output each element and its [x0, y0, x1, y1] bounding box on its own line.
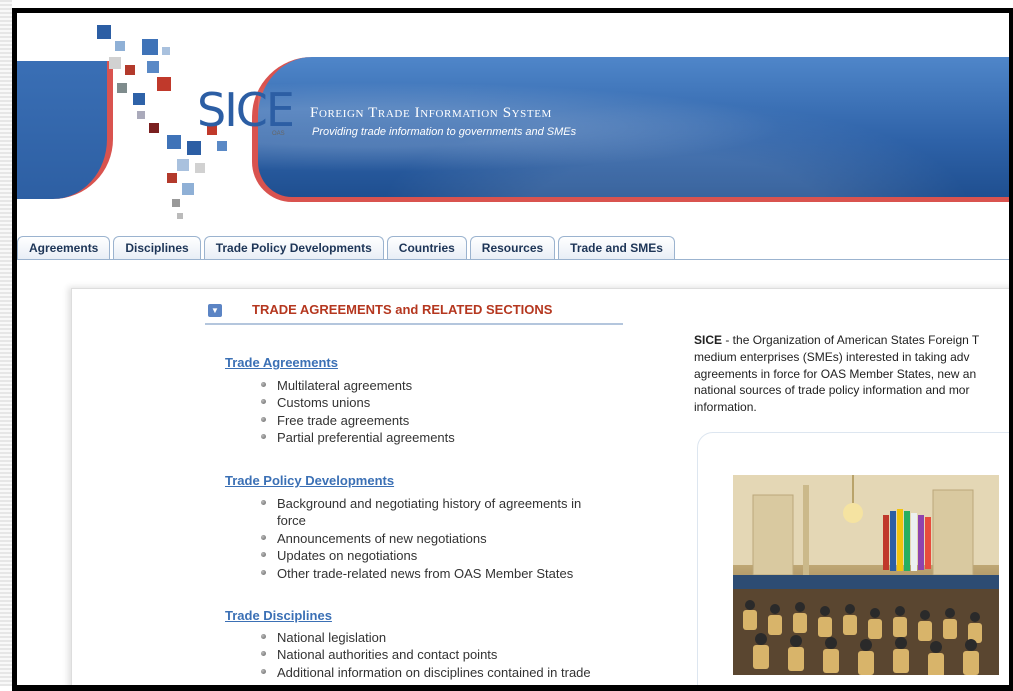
- intro-lead: SICE: [694, 333, 723, 347]
- intro-line: information.: [694, 400, 757, 415]
- site-title: Foreign Trade Information System: [310, 105, 552, 121]
- site-header: SICE OAS Foreign Trade Information Syste…: [17, 13, 1009, 233]
- tab-countries[interactable]: Countries: [386, 236, 467, 259]
- list-item: Background and negotiating history of ag…: [257, 495, 602, 530]
- list-item: Updates on negotiations: [257, 547, 602, 564]
- list-item: National authorities and contact points: [257, 646, 617, 663]
- intro-line: agreements in force for OAS Member State…: [694, 366, 977, 381]
- intro-line: national sources of trade policy informa…: [694, 383, 970, 398]
- list-item: Announcements of new negotiations: [257, 530, 602, 547]
- list-item: Other trade-related news from OAS Member…: [257, 565, 602, 582]
- meeting-room-photo: [733, 475, 999, 675]
- list-item: Customs unions: [257, 394, 617, 411]
- section-title: TRADE AGREEMENTS and RELATED SECTIONS: [252, 302, 553, 317]
- content-panel: ▼ TRADE AGREEMENTS and RELATED SECTIONS …: [71, 288, 1009, 685]
- chevron-down-icon[interactable]: ▼: [208, 304, 222, 317]
- link-trade-policy-developments[interactable]: Trade Policy Developments: [225, 473, 394, 488]
- trade-disciplines-list: National legislation National authoritie…: [257, 629, 617, 685]
- list-item: Additional information on disciplines co…: [257, 664, 617, 685]
- intro-text: SICE - the Organization of American Stat…: [694, 332, 1009, 416]
- page-edge: [0, 0, 12, 686]
- logo-text[interactable]: SICE: [197, 83, 295, 137]
- intro-line: - the Organization of American States Fo…: [722, 333, 980, 347]
- tab-agreements[interactable]: Agreements: [17, 236, 111, 259]
- tab-disciplines[interactable]: Disciplines: [113, 236, 201, 259]
- photo-card: [697, 432, 1009, 685]
- list-item: Free trade agreements: [257, 412, 617, 429]
- section-header: ▼ TRADE AGREEMENTS and RELATED SECTIONS: [205, 301, 623, 325]
- browser-viewport: SICE OAS Foreign Trade Information Syste…: [12, 8, 1013, 691]
- list-item: Partial preferential agreements: [257, 429, 617, 446]
- link-trade-disciplines[interactable]: Trade Disciplines: [225, 608, 332, 623]
- tab-trade-policy-developments[interactable]: Trade Policy Developments: [203, 236, 384, 259]
- site-subtitle: Providing trade information to governmen…: [312, 126, 577, 138]
- meeting-room-illustration: [733, 475, 999, 675]
- list-item: National legislation: [257, 629, 617, 646]
- logo-sub-text: OAS: [272, 131, 285, 137]
- tab-resources[interactable]: Resources: [469, 236, 556, 259]
- intro-line: medium enterprises (SMEs) interested in …: [694, 349, 970, 364]
- trade-policy-list: Background and negotiating history of ag…: [257, 495, 602, 582]
- tab-trade-and-smes[interactable]: Trade and SMEs: [558, 236, 675, 259]
- link-trade-agreements[interactable]: Trade Agreements: [225, 355, 338, 370]
- list-item: Multilateral agreements: [257, 377, 617, 394]
- trade-agreements-list: Multilateral agreements Customs unions F…: [257, 377, 617, 447]
- tab-divider: [17, 259, 1009, 260]
